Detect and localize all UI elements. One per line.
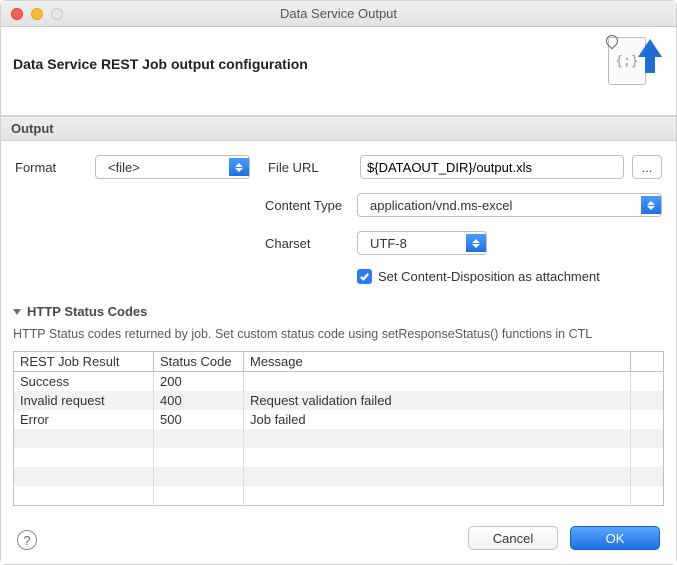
http-section-description: HTTP Status codes returned by job. Set c…: [13, 327, 664, 341]
cell-result: Error: [14, 410, 154, 429]
charset-value: UTF-8: [364, 236, 407, 251]
content-type-select[interactable]: application/vnd.ms-excel: [357, 193, 662, 217]
cell-message: [244, 486, 631, 505]
cell-spacer: [631, 486, 664, 505]
cell-code: [154, 429, 244, 448]
cell-code: 500: [154, 410, 244, 429]
window-title: Data Service Output: [1, 6, 676, 21]
col-rest-job-result[interactable]: REST Job Result: [14, 352, 154, 372]
col-status-code[interactable]: Status Code: [154, 352, 244, 372]
col-message[interactable]: Message: [244, 352, 631, 372]
col-spacer: [631, 352, 664, 372]
http-section-header[interactable]: HTTP Status Codes: [13, 304, 664, 323]
titlebar: Data Service Output: [1, 1, 676, 27]
cell-message: Request validation failed: [244, 391, 631, 410]
charset-label: Charset: [265, 236, 357, 251]
cell-result: Invalid request: [14, 391, 154, 410]
cell-message: Job failed: [244, 410, 631, 429]
cell-spacer: [631, 372, 664, 392]
output-form: Format <file> File URL ... Content Type …: [1, 141, 676, 298]
cell-result: Success: [14, 372, 154, 392]
table-row[interactable]: [14, 467, 664, 486]
cell-message: [244, 448, 631, 467]
chevron-updown-icon: [466, 234, 486, 252]
cell-result: [14, 486, 154, 505]
format-label: Format: [15, 160, 95, 175]
dialog-footer: ? Cancel OK: [1, 506, 676, 565]
cell-code: 200: [154, 372, 244, 392]
cell-message: [244, 429, 631, 448]
http-section-title: HTTP Status Codes: [27, 304, 147, 319]
table-row[interactable]: [14, 429, 664, 448]
cell-result: [14, 429, 154, 448]
page-title: Data Service REST Job output configurati…: [13, 56, 308, 72]
cell-code: [154, 448, 244, 467]
content-disposition-checkbox[interactable]: [357, 269, 372, 284]
output-section-header: Output: [1, 116, 676, 141]
charset-select[interactable]: UTF-8: [357, 231, 487, 255]
chevron-updown-icon: [229, 158, 249, 176]
format-value: <file>: [102, 160, 140, 175]
ok-button[interactable]: OK: [570, 526, 660, 550]
browse-button[interactable]: ...: [632, 155, 662, 179]
table-row[interactable]: Error500Job failed: [14, 410, 664, 429]
content-type-value: application/vnd.ms-excel: [364, 198, 512, 213]
help-button[interactable]: ?: [17, 530, 37, 550]
status-codes-table: REST Job Result Status Code Message Succ…: [13, 351, 664, 506]
content-disposition-label: Set Content-Disposition as attachment: [378, 269, 600, 284]
table-row[interactable]: [14, 448, 664, 467]
cell-spacer: [631, 410, 664, 429]
file-url-input[interactable]: [360, 155, 624, 179]
table-row[interactable]: Invalid request400Request validation fai…: [14, 391, 664, 410]
output-upload-icon: {;}: [608, 37, 662, 91]
cell-spacer: [631, 448, 664, 467]
content-type-label: Content Type: [265, 198, 357, 213]
chevron-updown-icon: [641, 196, 661, 214]
cell-message: [244, 467, 631, 486]
cell-message: [244, 372, 631, 392]
cell-spacer: [631, 467, 664, 486]
cell-code: [154, 467, 244, 486]
cancel-button[interactable]: Cancel: [468, 526, 558, 550]
chevron-down-icon: [13, 309, 21, 315]
table-row[interactable]: Success200: [14, 372, 664, 392]
cell-spacer: [631, 391, 664, 410]
dialog-header: Data Service REST Job output configurati…: [1, 27, 676, 116]
cell-code: [154, 486, 244, 505]
cell-spacer: [631, 429, 664, 448]
cell-code: 400: [154, 391, 244, 410]
cell-result: [14, 467, 154, 486]
http-status-section: HTTP Status Codes HTTP Status codes retu…: [1, 298, 676, 506]
table-row[interactable]: [14, 486, 664, 505]
file-url-label: File URL: [268, 160, 360, 175]
format-select[interactable]: <file>: [95, 155, 250, 179]
cell-result: [14, 448, 154, 467]
